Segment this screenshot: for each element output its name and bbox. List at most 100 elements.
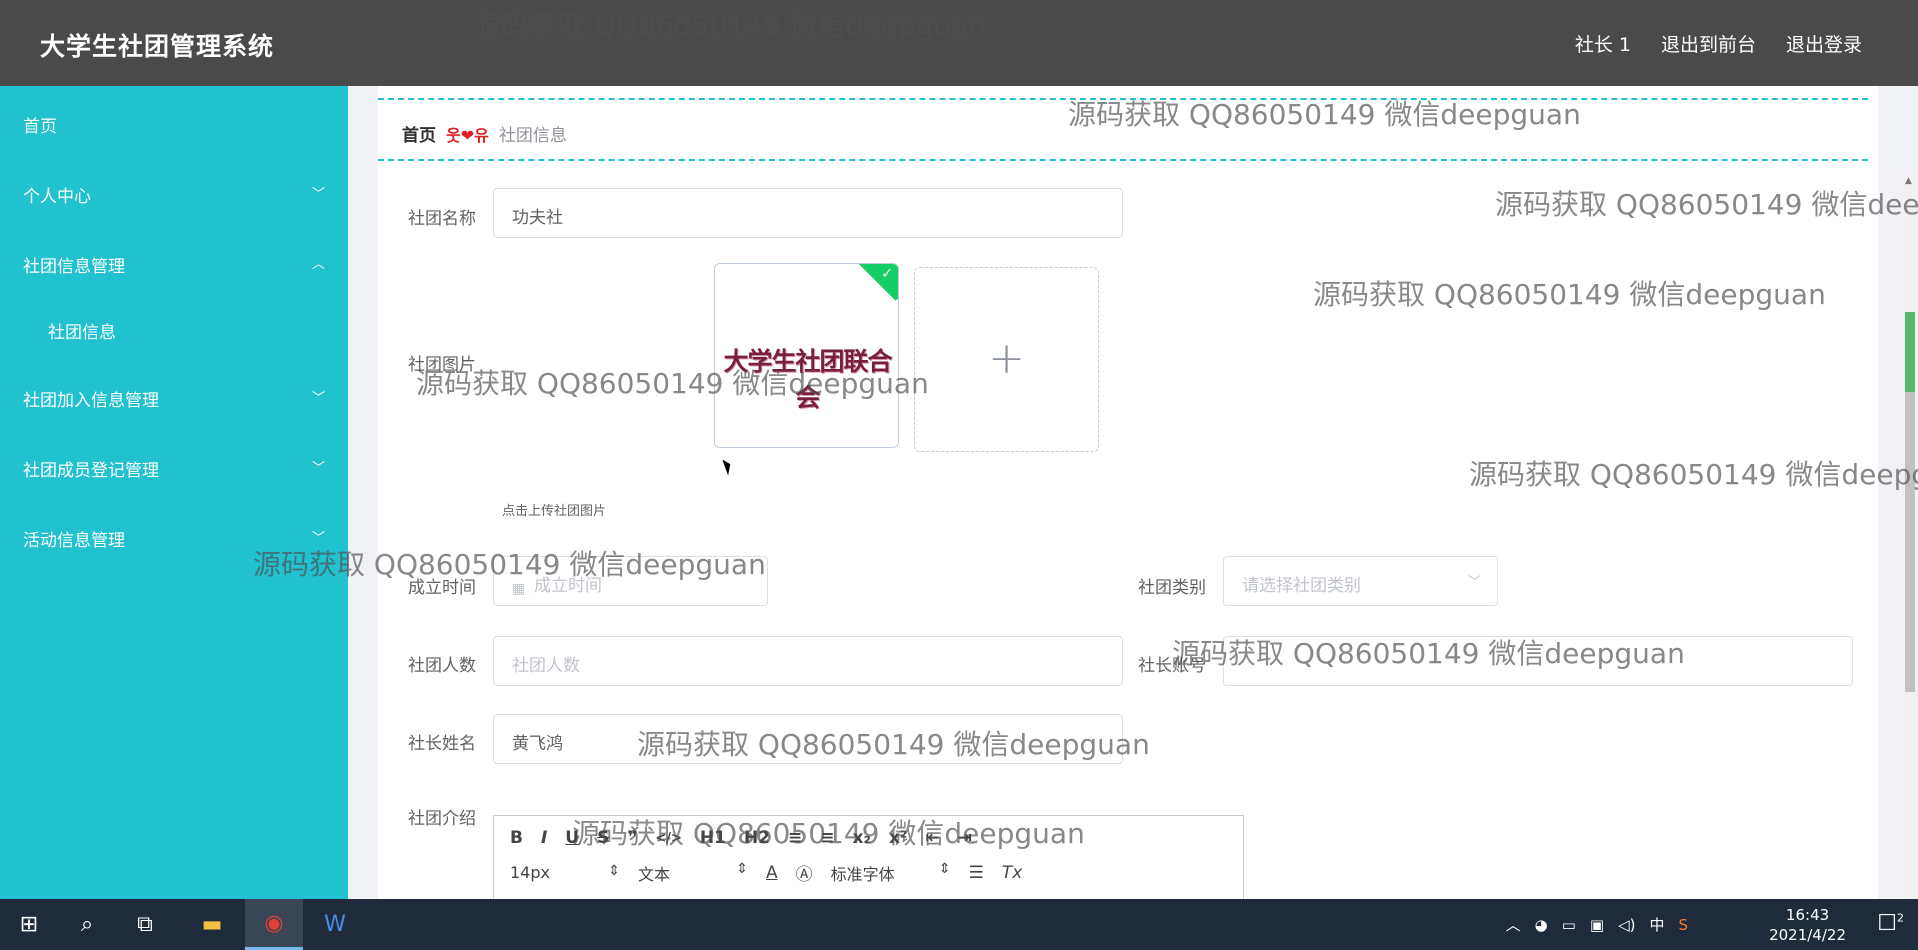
chevron-up-icon: ︿ xyxy=(312,257,326,272)
underline-button[interactable]: U xyxy=(565,828,579,848)
category-label: 社团类别 xyxy=(1138,578,1206,598)
uploaded-image[interactable]: 大学生社团联合会 ✓ xyxy=(714,263,899,448)
sidebar-item-club-info[interactable]: 社团信息 xyxy=(48,318,324,343)
sogou-icon[interactable]: S xyxy=(1678,916,1688,934)
sidebar: 首页 个人中心 ﹀ 社团信息管理 ︿ 社团信息 社团加入信息管理 ﹀ 社团成员登… xyxy=(0,86,348,899)
sidebar-item-label: 社团信息 xyxy=(48,323,116,343)
clock-date: 2021/4/22 xyxy=(1769,926,1846,944)
sidebar-item-label: 活动信息管理 xyxy=(23,531,125,551)
quote-button[interactable]: ❞ xyxy=(627,828,637,848)
network-icon[interactable]: ▣ xyxy=(1590,916,1604,934)
block-type-select[interactable]: 文本 xyxy=(638,861,748,885)
breadcrumb-separator: 웃❤유 xyxy=(446,125,489,145)
tray-expand-icon[interactable]: ︿ xyxy=(1506,914,1521,935)
editor-toolbar-row2: 14px 文本 A Ⓐ 标准字体 ☰ Tx xyxy=(510,860,1040,886)
plus-icon: + xyxy=(988,333,1025,384)
intro-label: 社团介绍 xyxy=(408,809,476,829)
breadcrumb: 首页 웃❤유 社团信息 xyxy=(378,98,1868,161)
top-nav: 社长 1 退出到前台 退出登录 xyxy=(1575,30,1862,57)
sidebar-item-join-management[interactable]: 社团加入信息管理 ﹀ xyxy=(23,386,326,411)
search-icon[interactable]: ⌕ xyxy=(58,899,116,950)
code-button[interactable]: </> xyxy=(655,831,682,846)
sidebar-item-club-info-management[interactable]: 社团信息管理 ︿ xyxy=(23,252,326,277)
subscript-button[interactable]: x₂ xyxy=(853,828,871,848)
club-name-label: 社团名称 xyxy=(408,209,476,229)
rich-text-editor[interactable]: B I U S ❞ </> H1 H2 ≡ ≡ x₂ x² ⇤ ⇥ 14px 文… xyxy=(493,815,1244,905)
breadcrumb-home[interactable]: 首页 xyxy=(402,121,436,146)
chrome-icon[interactable]: ◉ xyxy=(245,899,303,950)
superscript-button[interactable]: x² xyxy=(889,828,907,848)
font-size-select[interactable]: 14px xyxy=(510,863,620,882)
category-placeholder: 请选择社团类别 xyxy=(1242,576,1361,596)
members-input[interactable]: 社团人数 xyxy=(493,636,1123,686)
sidebar-item-activity-management[interactable]: 活动信息管理 ﹀ xyxy=(23,526,326,551)
club-image-label: 社团图片 xyxy=(408,355,476,375)
check-icon: ✓ xyxy=(881,266,893,282)
president-name-input[interactable]: 黄飞鸿 xyxy=(493,714,1123,764)
os-taskbar: ⊞ ⌕ ⧉ ▬ ◉ W ︿ ◕ ▭ ▣ ◁) 中 S 16:43 2021/4/… xyxy=(0,899,1918,950)
founded-date-picker[interactable]: ▦ 成立时间 xyxy=(493,556,768,606)
windows-start-icon[interactable]: ⊞ xyxy=(0,899,58,950)
task-view-icon[interactable]: ⧉ xyxy=(116,899,174,950)
top-bar: 大学生社团管理系统 社长 1 退出到前台 退出登录 xyxy=(0,0,1918,86)
sidebar-item-label: 社团成员登记管理 xyxy=(23,461,159,481)
scroll-indicator xyxy=(1905,312,1915,392)
user-menu[interactable]: 社长 1 xyxy=(1575,30,1631,57)
font-family-select[interactable]: 标准字体 xyxy=(831,861,951,885)
align-icon[interactable]: ☰ xyxy=(969,863,984,883)
chevron-down-icon: ﹀ xyxy=(312,531,326,546)
clock[interactable]: 16:43 2021/4/22 xyxy=(1769,905,1846,945)
sidebar-item-member-registration[interactable]: 社团成员登记管理 ﹀ xyxy=(23,456,326,481)
club-logo-image: 大学生社团联合会 xyxy=(723,347,892,412)
strike-button[interactable]: S xyxy=(597,828,609,848)
outdent-button[interactable]: ⇤ xyxy=(925,828,939,848)
category-select[interactable]: 请选择社团类别 ﹀ xyxy=(1223,556,1498,606)
h1-button[interactable]: H1 xyxy=(700,828,726,848)
file-explorer-icon[interactable]: ▬ xyxy=(183,899,241,950)
chevron-down-icon: ﹀ xyxy=(312,187,326,202)
calendar-icon: ▦ xyxy=(512,581,526,597)
sidebar-item-label: 社团信息管理 xyxy=(23,257,125,277)
president-account-input[interactable] xyxy=(1223,636,1853,686)
font-color-icon[interactable]: A xyxy=(766,863,778,883)
clear-format-icon[interactable]: Tx xyxy=(1002,863,1022,883)
system-tray: ︿ ◕ ▭ ▣ ◁) 中 S xyxy=(1492,899,1688,950)
editor-toolbar-row1: B I U S ❞ </> H1 H2 ≡ ≡ x₂ x² ⇤ ⇥ xyxy=(510,828,990,848)
sidebar-item-label: 社团加入信息管理 xyxy=(23,391,159,411)
chevron-down-icon: ﹀ xyxy=(312,461,326,476)
sidebar-item-personal-center[interactable]: 个人中心 ﹀ xyxy=(23,182,326,207)
scroll-up-icon[interactable]: ▲ xyxy=(1905,176,1912,186)
volume-icon[interactable]: ◁) xyxy=(1618,916,1635,934)
bold-button[interactable]: B xyxy=(510,828,523,848)
background-color-icon[interactable]: Ⓐ xyxy=(796,860,813,885)
battery-icon[interactable]: ▭ xyxy=(1562,916,1576,934)
upload-hint: 点击上传社团图片 xyxy=(502,504,607,519)
clock-time: 16:43 xyxy=(1785,906,1830,924)
sidebar-item-label: 个人中心 xyxy=(23,187,91,207)
word-icon[interactable]: W xyxy=(306,899,364,950)
breadcrumb-current: 社团信息 xyxy=(498,126,567,146)
chevron-down-icon: ﹀ xyxy=(312,391,326,406)
club-name-input[interactable]: 功夫社 xyxy=(493,188,1123,238)
bullet-list-button[interactable]: ≡ xyxy=(820,828,834,848)
ordered-list-button[interactable]: ≡ xyxy=(788,828,802,848)
founded-label: 成立时间 xyxy=(408,578,476,598)
indent-button[interactable]: ⇥ xyxy=(958,828,972,848)
qq-icon[interactable]: ◕ xyxy=(1535,916,1548,934)
notification-count: 2 xyxy=(1897,911,1904,925)
president-name-label: 社长姓名 xyxy=(408,734,476,754)
logout-link[interactable]: 退出登录 xyxy=(1786,30,1862,57)
upload-add-button[interactable]: + xyxy=(914,267,1099,452)
form-card: 首页 웃❤유 社团信息 社团名称 功夫社 社团图片 大学生社团联合会 ✓ + 点… xyxy=(378,86,1878,905)
ime-indicator[interactable]: 中 xyxy=(1649,914,1664,935)
members-label: 社团人数 xyxy=(408,656,476,676)
main-content: 首页 웃❤유 社团信息 社团名称 功夫社 社团图片 大学生社团联合会 ✓ + 点… xyxy=(348,86,1918,950)
page-scrollbar[interactable]: ▲ ▼ xyxy=(1902,172,1918,950)
h2-button[interactable]: H2 xyxy=(744,828,770,848)
sidebar-item-home[interactable]: 首页 xyxy=(23,112,324,137)
founded-placeholder: 成立时间 xyxy=(534,576,602,596)
back-to-frontend-link[interactable]: 退出到前台 xyxy=(1661,30,1756,57)
italic-button[interactable]: I xyxy=(541,828,547,848)
notification-icon[interactable]: ☐2 xyxy=(1877,911,1904,936)
sidebar-item-label: 首页 xyxy=(23,117,57,137)
